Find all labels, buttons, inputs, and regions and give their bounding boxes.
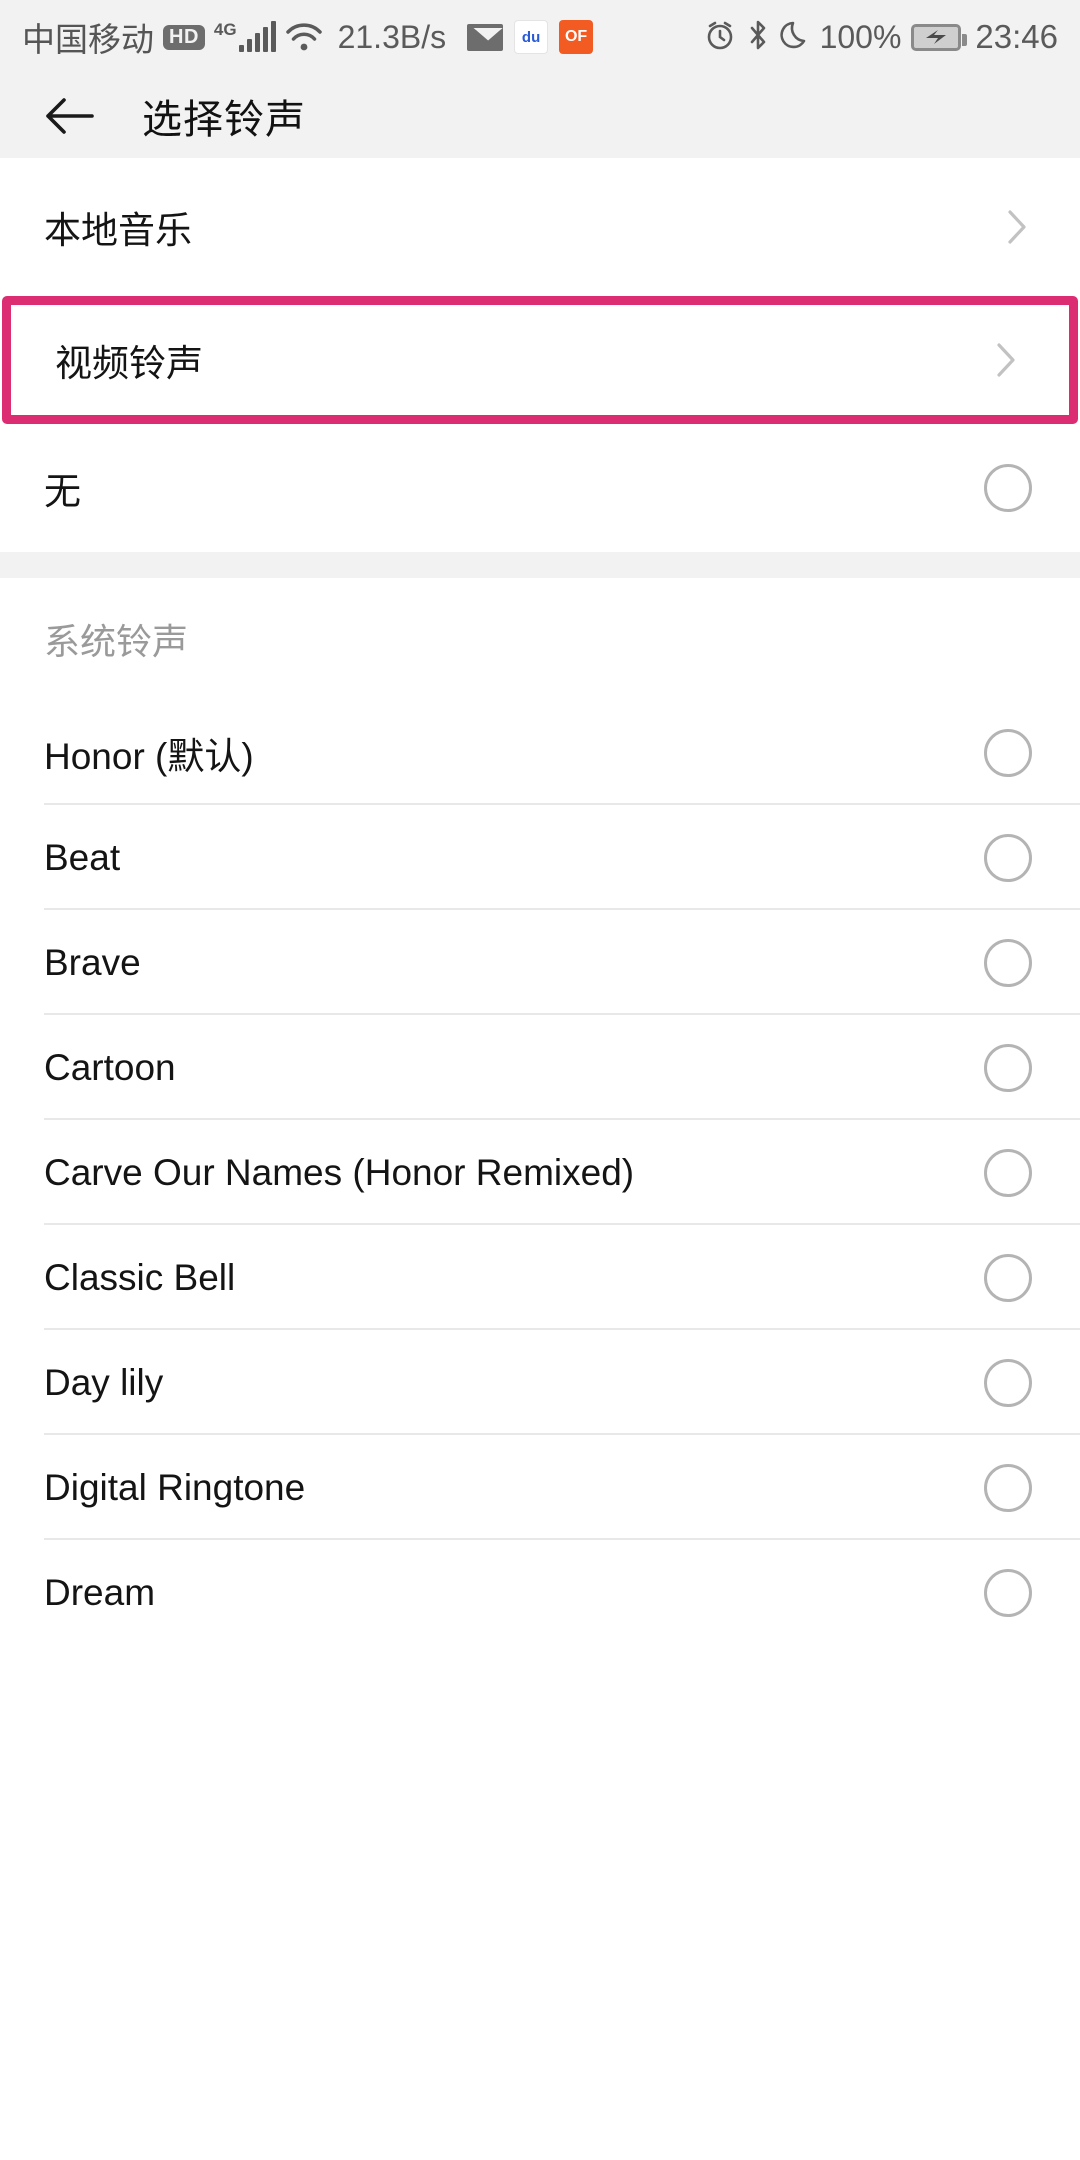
orange-app-icon: OF [559,20,594,54]
alarm-icon [704,19,736,56]
section-divider [0,552,1080,578]
ringtone-row[interactable]: Classic Bell [0,1225,1080,1330]
status-bar: 中国移动 HD 4G 21.3B/s du OF 100% 23:46 [0,0,1080,74]
ringtone-label: Classic Bell [44,1256,236,1298]
chevron-right-icon [995,341,1017,379]
baidu-icon: du [514,20,549,54]
back-arrow-icon[interactable] [42,94,98,138]
radio-button[interactable] [984,1148,1032,1197]
radio-button[interactable] [984,1568,1032,1617]
radio-button[interactable] [984,1358,1032,1407]
ringtone-list: Honor (默认) Beat Brave Cartoon Carve Our … [0,700,1080,1645]
top-gap [0,158,1080,172]
ringtone-row[interactable]: Dream [0,1540,1080,1645]
nav-row-label: 视频铃声 [55,343,203,384]
ringtone-label: 无 [44,471,81,512]
ringtone-label: Day lily [44,1361,164,1403]
radio-button[interactable] [984,833,1032,882]
nav-row-video-ringtone[interactable]: 视频铃声 [11,305,1069,415]
status-bar-right: 100% 23:46 [704,18,1058,56]
page-title: 选择铃声 [142,98,306,142]
ringtone-label: Dream [44,1571,156,1613]
bluetooth-icon [746,19,770,56]
ringtone-row[interactable]: Digital Ringtone [0,1435,1080,1540]
ringtone-row[interactable]: Honor (默认) [0,700,1080,805]
ringtone-label: Digital Ringtone [44,1466,306,1508]
row-gap [0,282,1080,296]
content-area: 本地音乐 视频铃声 无 系统铃声 Honor (默认) Beat Brave C… [0,158,1080,1645]
battery-icon [911,23,968,51]
ringtone-label: Carve Our Names (Honor Remixed) [44,1151,635,1193]
section-header-system-ringtones: 系统铃声 [0,578,1080,700]
clock-label: 23:46 [975,18,1058,55]
notification-icons: du OF [467,20,594,54]
nav-row-local-music[interactable]: 本地音乐 [0,172,1080,282]
ringtone-label: Brave [44,941,141,983]
chevron-right-icon [1006,208,1028,246]
radio-button[interactable] [984,1253,1032,1302]
radio-button[interactable] [984,938,1032,987]
cellular-signal-icon: 4G [213,20,276,52]
ringtone-label: Cartoon [44,1046,176,1088]
highlight-annotation-box: 视频铃声 [2,296,1078,424]
section-header-label: 系统铃声 [44,621,189,662]
ringtone-row[interactable]: Brave [0,910,1080,1015]
app-bar: 选择铃声 [0,74,1080,158]
radio-button[interactable] [984,464,1032,512]
ringtone-label: Honor (默认) [44,735,254,777]
data-rate-label: 21.3B/s [337,18,447,55]
signal-bars-icon [238,21,276,52]
ringtone-label: Beat [44,836,121,878]
ringtone-row[interactable]: Carve Our Names (Honor Remixed) [0,1120,1080,1225]
wifi-icon [285,22,323,52]
nav-row-label: 本地音乐 [44,210,192,251]
battery-percent-label: 100% [819,18,902,55]
radio-button[interactable] [984,728,1032,777]
ringtone-row[interactable]: Day lily [0,1330,1080,1435]
ringtone-row-none[interactable]: 无 [0,424,1080,552]
radio-button[interactable] [984,1043,1032,1092]
mail-icon [467,23,504,51]
carrier-label: 中国移动 [22,21,154,58]
ringtone-row[interactable]: Beat [0,805,1080,910]
moon-icon [779,19,810,56]
hd-icon: HD [163,24,205,50]
radio-button[interactable] [984,1463,1032,1512]
status-bar-left: 中国移动 HD 4G 21.3B/s du OF [22,13,594,61]
network-type-label: 4G [213,20,237,39]
ringtone-row[interactable]: Cartoon [0,1015,1080,1120]
